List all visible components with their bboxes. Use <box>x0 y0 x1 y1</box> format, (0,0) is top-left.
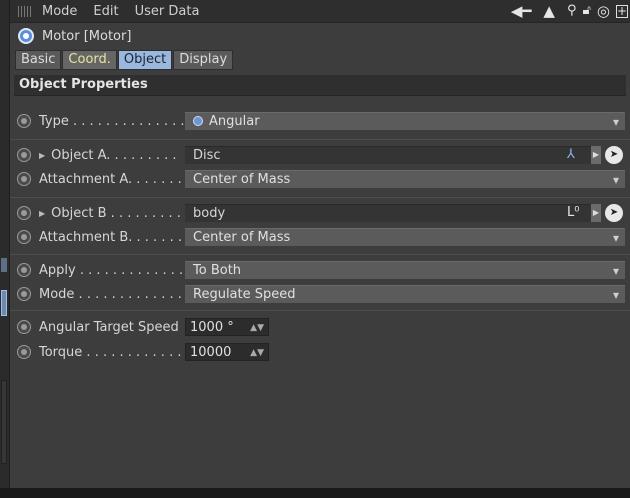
pick-cursor-icon[interactable]: ➤ <box>605 146 623 164</box>
left-strip-button[interactable] <box>1 290 7 316</box>
angular-target-speed-value: 1000 ° <box>190 320 234 335</box>
menu-edit[interactable]: Edit <box>93 4 118 19</box>
attachment-a-dropdown[interactable]: Center of Mass <box>185 170 625 189</box>
animate-radio-icon[interactable] <box>17 230 31 244</box>
link-menu-arrow[interactable]: ▶ <box>591 146 601 164</box>
attachment-b-dropdown[interactable]: Center of Mass <box>185 228 625 247</box>
animate-radio-icon[interactable] <box>17 114 31 128</box>
divider <box>10 254 630 255</box>
type-label: Type . . . . . . . . . . . . . . <box>39 113 185 129</box>
torque-label: Torque . . . . . . . . . . . . <box>39 344 182 360</box>
animate-radio-icon[interactable] <box>17 320 31 334</box>
animate-radio-icon[interactable] <box>17 263 31 277</box>
divider <box>10 197 630 198</box>
torque-value: 10000 <box>190 345 232 360</box>
property-angular-target-speed: Angular Target Speed 1000 ° ▲▼ <box>10 317 630 337</box>
property-object-a: ▶ Object A. . . . . . . . . Disc ⅄ ▶ ➤ <box>10 145 630 165</box>
tab-bar: Basic Coord. Object Display <box>10 49 630 71</box>
expand-triangle-icon[interactable]: ▶ <box>39 151 45 160</box>
property-attachment-a: Attachment A. . . . . . . Center of Mass <box>10 169 630 189</box>
property-type: Type . . . . . . . . . . . . . . Angular <box>10 111 630 131</box>
object-title: Motor [Motor] <box>42 28 132 44</box>
up-arrow-icon[interactable]: ▲ <box>543 0 555 22</box>
motor-icon <box>18 28 34 44</box>
attachment-b-label: Attachment B. . . . . . . <box>39 229 182 245</box>
tab-display[interactable]: Display <box>173 50 234 70</box>
property-apply: Apply . . . . . . . . . . . . . To Both <box>10 260 630 280</box>
stepper-arrows-icon[interactable]: ▲▼ <box>250 319 264 337</box>
object-b-value: body <box>193 206 226 221</box>
attachment-b-value: Center of Mass <box>193 230 291 245</box>
apply-value: To Both <box>193 263 242 278</box>
object-a-label: Object A. . . . . . . . . <box>51 147 177 163</box>
animate-radio-icon[interactable] <box>17 287 31 301</box>
tab-object[interactable]: Object <box>117 50 173 70</box>
divider <box>10 139 630 140</box>
stepper-arrows-icon[interactable]: ▲▼ <box>250 344 264 362</box>
property-object-b: ▶ Object B . . . . . . . . . body L⁰ ▶ ➤ <box>10 203 630 223</box>
object-title-row: Motor [Motor] <box>10 23 630 49</box>
property-torque: Torque . . . . . . . . . . . . 10000 ▲▼ <box>10 342 630 362</box>
link-menu-arrow[interactable]: ▶ <box>591 204 601 222</box>
search-icon[interactable]: ⚲ <box>567 0 577 22</box>
apply-dropdown[interactable]: To Both <box>185 261 625 280</box>
angular-icon <box>193 116 203 126</box>
left-edge-strip <box>0 0 10 498</box>
object-type-icon: L⁰ <box>567 205 580 220</box>
type-value: Angular <box>209 114 260 129</box>
type-dropdown[interactable]: Angular <box>185 112 625 131</box>
animate-radio-icon[interactable] <box>17 172 31 186</box>
mode-dropdown[interactable]: Regulate Speed <box>185 285 625 304</box>
attachment-a-label: Attachment A. . . . . . . <box>39 171 182 187</box>
left-strip-marker <box>1 258 7 272</box>
object-a-value: Disc <box>193 148 221 163</box>
bottom-bar <box>0 488 630 498</box>
expand-triangle-icon[interactable]: ▶ <box>39 209 45 218</box>
menu-bar: Mode Edit User Data ◀━ ▲ ⚲ 🔓︎ ◎ + <box>10 0 630 23</box>
object-b-label: Object B . . . . . . . . . <box>51 205 181 221</box>
back-arrow-icon[interactable]: ◀━ <box>511 0 532 22</box>
new-window-icon[interactable]: + <box>616 4 628 18</box>
target-icon[interactable]: ◎ <box>597 0 610 22</box>
toolbar-icons: ◀━ ▲ ⚲ 🔓︎ ◎ + <box>505 0 630 22</box>
object-b-link-field[interactable]: body <box>185 204 591 222</box>
attribute-manager: Mode Edit User Data ◀━ ▲ ⚲ 🔓︎ ◎ + Motor … <box>10 0 630 488</box>
left-strip-scrollbar[interactable] <box>1 380 7 464</box>
tab-coord[interactable]: Coord. <box>62 50 117 70</box>
apply-label: Apply . . . . . . . . . . . . . <box>39 262 184 278</box>
angular-target-speed-label: Angular Target Speed <box>39 319 179 335</box>
tab-basic[interactable]: Basic <box>15 50 62 70</box>
mode-label: Mode . . . . . . . . . . . . . <box>39 286 182 302</box>
section-header[interactable]: Object Properties <box>14 75 626 96</box>
angular-target-speed-input[interactable]: 1000 ° ▲▼ <box>185 318 269 336</box>
lock-icon[interactable]: 🔓︎ <box>582 0 590 22</box>
property-attachment-b: Attachment B. . . . . . . Center of Mass <box>10 227 630 247</box>
animate-radio-icon[interactable] <box>17 148 31 162</box>
mode-value: Regulate Speed <box>193 287 296 302</box>
divider <box>10 310 630 311</box>
attachment-a-value: Center of Mass <box>193 172 291 187</box>
animate-radio-icon[interactable] <box>17 345 31 359</box>
animate-radio-icon[interactable] <box>17 206 31 220</box>
grip-icon[interactable] <box>18 5 32 17</box>
object-type-icon: ⅄ <box>567 147 575 162</box>
property-mode: Mode . . . . . . . . . . . . . Regulate … <box>10 284 630 304</box>
torque-input[interactable]: 10000 ▲▼ <box>185 343 269 361</box>
pick-cursor-icon[interactable]: ➤ <box>605 204 623 222</box>
object-a-link-field[interactable]: Disc <box>185 146 591 164</box>
menu-mode[interactable]: Mode <box>42 4 77 19</box>
menu-user-data[interactable]: User Data <box>135 4 200 19</box>
